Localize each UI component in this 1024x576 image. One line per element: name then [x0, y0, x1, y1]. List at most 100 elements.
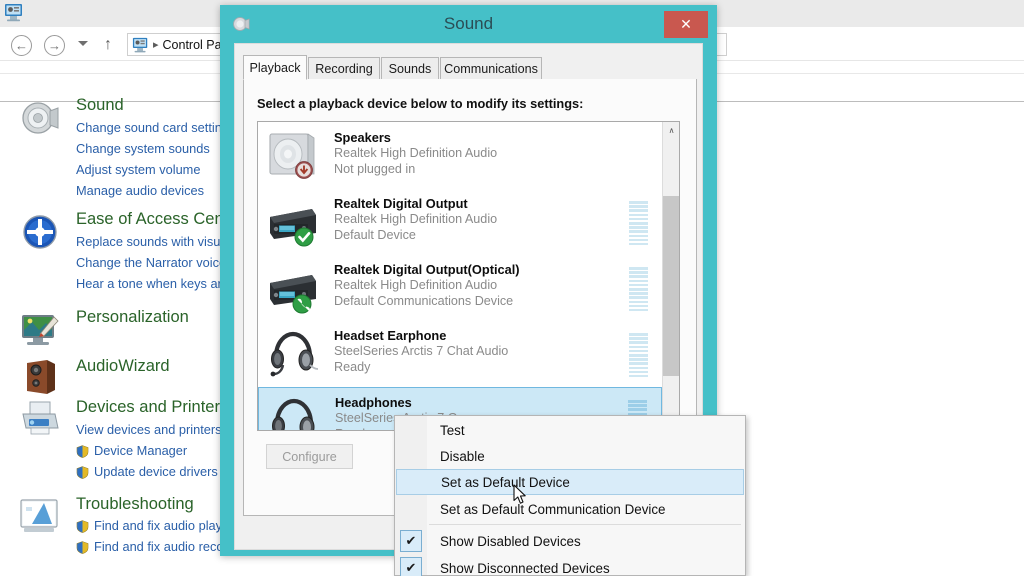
- device-name: Speakers: [334, 130, 391, 145]
- breadcrumb-control-panel-icon: [132, 37, 148, 52]
- checkmark-icon: ✔: [400, 557, 422, 576]
- context-menu-item-label: Show Disabled Devices: [440, 533, 581, 549]
- device-driver: Realtek High Definition Audio: [334, 212, 498, 226]
- tab-label: Playback: [249, 60, 301, 75]
- device-driver: Realtek High Definition Audio: [334, 278, 498, 292]
- configure-button[interactable]: Configure: [266, 444, 353, 469]
- volume-meter: [629, 267, 648, 313]
- cp-link[interactable]: Adjust system volume: [76, 162, 200, 177]
- context-menu-divider: [429, 524, 741, 525]
- context-menu-item-label: Test: [440, 422, 465, 438]
- tab-label: Sounds: [388, 61, 432, 76]
- context-menu-item-label: Disable: [440, 448, 485, 464]
- digital-output-icon: [270, 275, 316, 314]
- device-name: Realtek Digital Output: [334, 196, 468, 211]
- troubleshooting-icon: [20, 499, 58, 532]
- tab-communications[interactable]: Communications: [440, 57, 542, 80]
- breadcrumb-separator-icon: ▸: [153, 39, 159, 51]
- playback-device-list[interactable]: Speakers Realtek High Definition Audio N…: [257, 121, 680, 431]
- configure-button-label: Configure: [282, 449, 337, 464]
- context-menu-item-show-disabled-devices[interactable]: ✔ Show Disabled Devices: [396, 528, 744, 554]
- cp-link[interactable]: View devices and printers: [76, 422, 222, 437]
- device-state: Default Communications Device: [334, 294, 514, 308]
- up-button[interactable]: ↑: [104, 37, 112, 53]
- context-menu-item-test[interactable]: Test: [396, 417, 744, 443]
- cp-link[interactable]: Manage audio devices: [76, 183, 204, 198]
- volume-meter: [629, 333, 648, 379]
- device-name: Headset Earphone: [334, 328, 447, 343]
- cp-link[interactable]: Change the Narrator voice: [76, 255, 226, 270]
- device-row-realtek-digital-output-optical[interactable]: Realtek Digital Output(Optical) Realtek …: [258, 255, 662, 321]
- back-button[interactable]: ←: [11, 35, 32, 56]
- up-arrow-icon: ↑: [104, 36, 112, 53]
- tab-label: Communications: [444, 61, 538, 76]
- cp-group-title[interactable]: Sound: [76, 96, 124, 115]
- context-menu-item-show-disconnected-devices[interactable]: ✔ Show Disconnected Devices: [396, 555, 744, 576]
- chevron-up-icon: ∧: [668, 126, 675, 135]
- instruction-label: Select a playback device below to modify…: [257, 96, 584, 111]
- close-button[interactable]: ✕: [664, 11, 708, 38]
- tab-strip: Playback Recording Sounds Communications: [243, 55, 697, 80]
- device-name: Headphones: [335, 395, 412, 410]
- audiowizard-icon: [27, 360, 55, 394]
- personalization-icon: [22, 315, 59, 345]
- headset-icon: [270, 331, 319, 377]
- device-state: Ready: [335, 427, 371, 430]
- tab-label: Recording: [315, 61, 373, 76]
- cp-link-label: Update device drivers: [94, 464, 218, 479]
- speaker-icon: [22, 102, 59, 134]
- forward-button[interactable]: →: [44, 35, 65, 56]
- device-name: Realtek Digital Output(Optical): [334, 262, 520, 277]
- cp-link[interactable]: Update device drivers: [76, 464, 218, 479]
- context-menu-item-label: Set as Default Communication Device: [440, 501, 666, 517]
- back-arrow-icon: ←: [15, 38, 28, 53]
- screen: ← → ↑ ▸ Control Panel ▸ All Control Pane…: [0, 0, 1024, 576]
- cp-group-title[interactable]: Devices and Printers: [76, 398, 228, 417]
- cp-group-title[interactable]: Personalization: [76, 308, 189, 327]
- context-menu-item-label: Set as Default Device: [441, 474, 570, 490]
- device-state: Default Device: [334, 228, 416, 242]
- device-state: Not plugged in: [334, 162, 416, 176]
- checkmark-icon: ✔: [400, 530, 422, 552]
- cp-link[interactable]: Change system sounds: [76, 141, 210, 156]
- sound-dialog-title: Sound: [443, 14, 494, 33]
- device-row-headset-earphone[interactable]: Headset Earphone SteelSeries Arctis 7 Ch…: [258, 321, 662, 387]
- tab-sounds[interactable]: Sounds: [381, 57, 439, 80]
- device-state: Ready: [334, 360, 371, 374]
- shield-icon: [76, 541, 89, 554]
- device-row-speakers[interactable]: Speakers Realtek High Definition Audio N…: [258, 123, 662, 189]
- cp-group-title[interactable]: AudioWizard: [76, 357, 170, 376]
- devices-printers-icon: [22, 401, 59, 435]
- context-menu-item-set-as-default-communication-device[interactable]: Set as Default Communication Device: [396, 496, 744, 522]
- ease-of-access-icon: [23, 215, 57, 249]
- shield-icon: [76, 520, 89, 533]
- scroll-up-button[interactable]: ∧: [663, 122, 679, 139]
- cp-link[interactable]: Change sound card settings: [76, 120, 235, 135]
- device-row-realtek-digital-output[interactable]: Realtek Digital Output Realtek High Defi…: [258, 189, 662, 255]
- context-menu-item-disable[interactable]: Disable: [396, 443, 744, 469]
- device-driver: SteelSeries Arctis 7 Chat Audio: [334, 344, 509, 358]
- shield-icon: [76, 466, 89, 479]
- forward-arrow-icon: →: [48, 38, 61, 53]
- digital-output-icon: [270, 209, 316, 247]
- cp-link[interactable]: Device Manager: [76, 443, 187, 458]
- scrollbar-thumb[interactable]: [663, 196, 679, 376]
- cp-group-title[interactable]: Troubleshooting: [76, 495, 194, 514]
- tab-recording[interactable]: Recording: [308, 57, 380, 80]
- close-icon: ✕: [680, 16, 692, 32]
- context-menu-item-set-as-default-device[interactable]: Set as Default Device: [396, 469, 744, 495]
- device-driver: Realtek High Definition Audio: [334, 146, 498, 160]
- speaker-device-icon: [269, 133, 315, 179]
- tab-playback[interactable]: Playback: [243, 55, 307, 80]
- context-menu-item-label: Show Disconnected Devices: [440, 560, 610, 576]
- headphones-icon: [272, 398, 315, 430]
- device-context-menu[interactable]: Test Disable Set as Default Device Set a…: [394, 415, 746, 576]
- shield-icon: [76, 445, 89, 458]
- volume-meter: [629, 201, 648, 247]
- mouse-pointer: [513, 484, 526, 504]
- device-list-scrollbar[interactable]: ∧: [662, 122, 679, 430]
- cp-link-label: Device Manager: [94, 443, 188, 458]
- cp-group-title[interactable]: Ease of Access Center: [76, 210, 243, 229]
- control-panel-icon: [5, 4, 22, 22]
- recent-locations-icon[interactable]: [78, 41, 88, 46]
